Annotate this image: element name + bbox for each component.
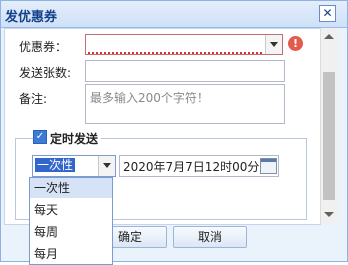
chevron-down-icon[interactable] [265, 35, 282, 54]
frequency-value: 一次性 [35, 158, 76, 172]
cancel-button[interactable]: 取消 [173, 226, 247, 248]
error-icon: ! [288, 36, 303, 51]
coupon-select[interactable] [85, 34, 283, 55]
frequency-select[interactable]: 一次性 [32, 155, 116, 177]
scroll-down-icon[interactable] [324, 212, 334, 217]
count-label: 发送张数: [19, 66, 72, 80]
count-field[interactable] [85, 60, 285, 82]
validation-underline [88, 49, 262, 54]
datetime-value: 2020年7月7日12时00分 [123, 160, 260, 174]
datetime-field[interactable]: 2020年7月7日12时00分 [119, 155, 279, 177]
calendar-icon[interactable] [260, 158, 277, 174]
dialog-window: 发优惠券 ✕ 优惠券： ! 发送张数: 备注: 最多输入200个字符！ ✓ 定时… [0, 0, 348, 265]
scroll-up-icon[interactable] [324, 34, 334, 39]
note-textarea[interactable]: 最多输入200个字符！ [85, 84, 285, 124]
frequency-dropdown: 一次性 每天 每周 每月 [29, 177, 113, 265]
schedule-legend: 定时发送 [47, 130, 102, 147]
option-weekly[interactable]: 每周 [30, 222, 112, 242]
note-label: 备注: [19, 92, 48, 106]
dialog-title: 发优惠券 [5, 10, 58, 25]
close-icon[interactable]: ✕ [319, 5, 336, 22]
option-daily[interactable]: 每天 [30, 200, 112, 220]
scroll-thumb[interactable] [323, 72, 335, 200]
note-placeholder: 最多输入200个字符！ [90, 91, 209, 105]
option-once[interactable]: 一次性 [30, 178, 112, 198]
chevron-down-icon[interactable] [98, 156, 115, 176]
coupon-label: 优惠券： [19, 40, 68, 54]
vertical-scrollbar[interactable] [320, 28, 338, 223]
option-monthly[interactable]: 每月 [30, 244, 112, 264]
schedule-checkbox[interactable]: ✓ [33, 130, 47, 144]
title-bar: 发优惠券 ✕ [1, 1, 347, 28]
